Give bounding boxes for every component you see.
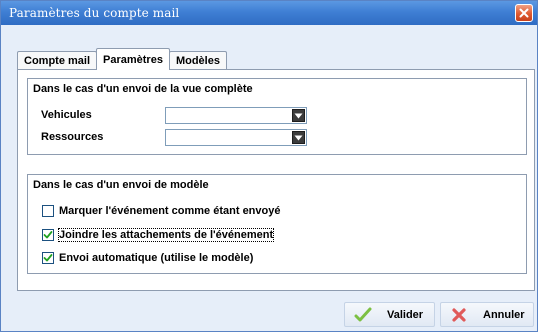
close-button[interactable] (515, 4, 533, 22)
cancel-label: Annuler (483, 308, 525, 321)
tab-bar: Compte mail Paramètres Modèles (17, 48, 227, 70)
tab-panel-parametres: Dans le cas d'un envoi de la vue complèt… (17, 69, 535, 291)
cancel-button[interactable]: Annuler (440, 302, 534, 327)
dialog-window: Paramètres du compte mail Compte mail Pa… (0, 0, 538, 332)
checkbox-label: Envoi automatique (utilise le modèle) (59, 252, 254, 264)
group-model: Dans le cas d'un envoi de modèle Marquer… (27, 174, 527, 274)
check-attachments-row[interactable]: Joindre les attachements de l'événement (42, 228, 275, 242)
auto-send-checkbox[interactable] (42, 252, 54, 264)
dropdown-button[interactable] (292, 109, 305, 122)
validate-button[interactable]: Valider (344, 302, 435, 327)
mark-sent-checkbox[interactable] (42, 205, 54, 217)
group-complete-view: Dans le cas d'un envoi de la vue complèt… (27, 78, 527, 155)
tab-modeles[interactable]: Modèles (168, 51, 227, 70)
cross-icon (449, 305, 469, 325)
tab-compte-mail[interactable]: Compte mail (17, 51, 98, 70)
checkmark-icon (43, 231, 53, 239)
checkmark-icon (353, 305, 373, 325)
dialog-footer: Valider Annuler (1, 291, 537, 331)
check-mark-sent-row[interactable]: Marquer l'événement comme étant envoyé (42, 205, 280, 217)
group-legend: Dans le cas d'un envoi de modèle (33, 179, 209, 191)
window-title: Paramètres du compte mail (9, 6, 180, 20)
validate-label: Valider (387, 308, 424, 321)
tab-label: Compte mail (24, 55, 91, 67)
ressources-label: Ressources (41, 131, 104, 143)
tab-label: Paramètres (103, 53, 163, 66)
vehicules-label: Vehicules (41, 109, 92, 121)
checkbox-label: Joindre les attachements de l'événement (57, 228, 275, 242)
chevron-down-icon (294, 113, 303, 118)
close-icon (519, 8, 529, 18)
tab-label: Modèles (175, 55, 220, 67)
check-auto-send-row[interactable]: Envoi automatique (utilise le modèle) (42, 252, 253, 264)
dropdown-button[interactable] (292, 131, 305, 144)
attachments-checkbox[interactable] (42, 229, 54, 241)
title-bar[interactable]: Paramètres du compte mail (1, 1, 537, 25)
group-legend: Dans le cas d'un envoi de la vue complèt… (33, 83, 253, 95)
checkmark-icon (43, 254, 53, 262)
chevron-down-icon (294, 135, 303, 140)
checkbox-label: Marquer l'événement comme étant envoyé (59, 205, 281, 217)
tab-parametres[interactable]: Paramètres (96, 48, 170, 70)
vehicules-select[interactable] (165, 107, 307, 124)
ressources-select[interactable] (165, 129, 307, 146)
